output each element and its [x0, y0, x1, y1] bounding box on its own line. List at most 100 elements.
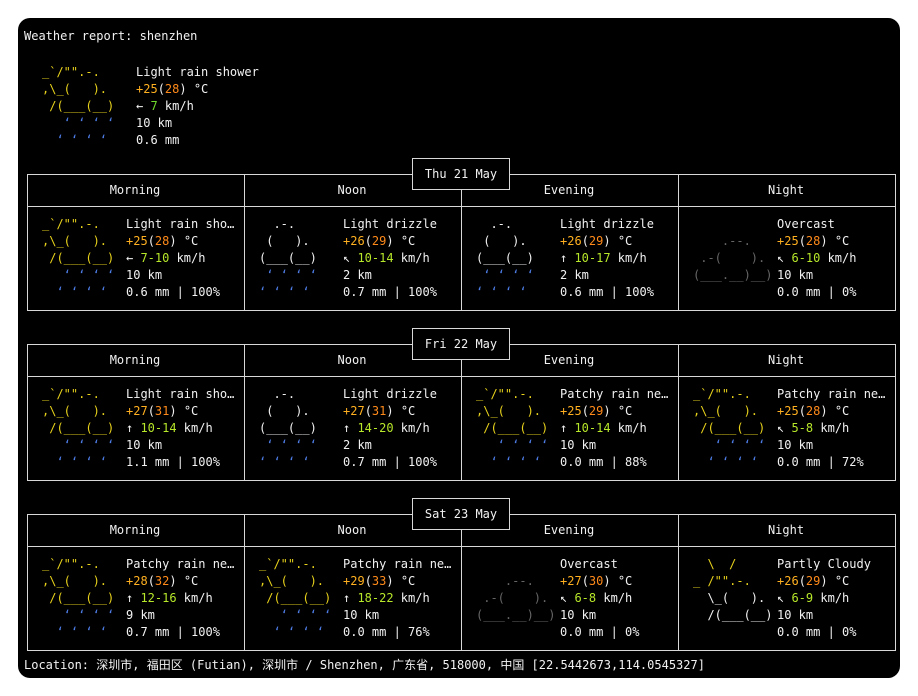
- wind-speed: 7: [150, 99, 158, 113]
- forecast-condition: Overcast: [777, 217, 835, 231]
- wind-unit: km/h: [610, 251, 647, 265]
- temp-unit: °C: [610, 404, 633, 418]
- forecast-condition: Patchy rain ne…: [343, 557, 452, 571]
- feels-like: 30: [588, 574, 604, 588]
- forecast-wind: ↖ 6-10 km/h: [777, 250, 887, 267]
- wind-unit: km/h: [813, 421, 850, 435]
- forecast-temperature: +26(29) °C: [777, 573, 887, 590]
- weather-icon-rain_shower-line: ,\_( ).: [476, 404, 542, 418]
- wind-speed: 18-22: [357, 591, 394, 605]
- wind-direction-icon: ↖: [777, 251, 792, 265]
- forecast-visibility: 10 km: [777, 608, 814, 622]
- forecast-precipitation: 1.1 mm | 100%: [126, 455, 220, 469]
- feels-like: 29: [588, 234, 604, 248]
- temp-unit: °C: [393, 574, 416, 588]
- weather-icon-rain_shower-line: ‘ ‘ ‘ ‘: [259, 625, 332, 639]
- wind-speed: 5-8: [791, 421, 814, 435]
- wind-unit: km/h: [157, 99, 194, 113]
- weather-icon-rain_shower-line: ‘ ‘ ‘ ‘: [42, 608, 115, 622]
- forecast-visibility: 9 km: [126, 608, 155, 622]
- weather-icon-drizzle-line: ( ).: [476, 234, 542, 248]
- forecast-temperature: +26(29) °C: [560, 233, 670, 250]
- forecast-visibility: 10 km: [777, 438, 814, 452]
- paren: (: [147, 234, 155, 248]
- forecast-precipitation: 0.0 mm | 76%: [343, 625, 430, 639]
- paren: ): [603, 404, 611, 418]
- temp-value: +26: [777, 574, 799, 588]
- forecast-visibility: 2 km: [343, 438, 372, 452]
- weather-icon-rain_shower-line: ‘ ‘ ‘ ‘: [42, 625, 115, 639]
- weather-icon-rain_shower-line: ‘ ‘ ‘ ‘: [693, 438, 766, 452]
- wind-unit: km/h: [393, 421, 430, 435]
- weather-icon-rain_shower-line: _`/"".-.: [42, 65, 115, 79]
- forecast-temperature: +25(28) °C: [777, 233, 887, 250]
- paren: (: [581, 234, 589, 248]
- wind-speed: 7-10: [140, 251, 170, 265]
- forecast-precipitation: 0.0 mm | 72%: [777, 455, 864, 469]
- temp-unit: °C: [186, 82, 209, 96]
- forecast-condition: Light rain sho…: [126, 217, 235, 231]
- forecast-visibility: 2 km: [343, 268, 372, 282]
- weather-icon-overcast-line: .-( ).: [476, 591, 549, 605]
- temp-unit: °C: [176, 404, 199, 418]
- forecast-wind: ↖ 6-8 km/h: [560, 590, 670, 607]
- paren: (: [798, 404, 806, 418]
- temp-unit: °C: [610, 234, 633, 248]
- forecast-wind: ↑ 12-16 km/h: [126, 590, 236, 607]
- wind-speed: 6-9: [791, 591, 814, 605]
- forecast-precipitation: 0.0 mm | 0%: [777, 285, 857, 299]
- temp-value: +28: [126, 574, 148, 588]
- wind-direction-icon: ↑: [343, 591, 358, 605]
- forecast-wind: ↑ 14-20 km/h: [343, 420, 453, 437]
- forecast-condition: Light drizzle: [343, 217, 437, 231]
- weather-icon-rain_shower-line: /(___(__): [42, 251, 115, 265]
- current-visibility: 10 km: [136, 116, 173, 130]
- weather-icon-rain_shower-line: ‘ ‘ ‘ ‘: [42, 438, 115, 452]
- paren: ): [169, 574, 177, 588]
- current-condition: Light rain shower: [136, 65, 259, 79]
- feels-like: 28: [805, 404, 821, 418]
- feels-like: 32: [154, 574, 170, 588]
- temp-unit: °C: [176, 234, 199, 248]
- period-evening: Evening: [543, 353, 595, 367]
- weather-icon-rain_shower-line: ‘ ‘ ‘ ‘: [42, 116, 115, 130]
- weather-icon-rain_shower-line: /(___(__): [259, 591, 332, 605]
- weather-icon-rain_shower-line: _`/"".-.: [476, 387, 549, 401]
- weather-icon-rain_shower-line: ‘ ‘ ‘ ‘: [42, 133, 115, 147]
- forecast-visibility: 10 km: [343, 608, 380, 622]
- weather-icon-drizzle-line: .-.: [259, 217, 325, 231]
- temp-value: +29: [343, 574, 365, 588]
- weather-icon-overcast-line: .-( ).: [693, 251, 766, 265]
- temp-value: +25: [126, 234, 148, 248]
- weather-icon-rain_shower-line: ,\_( ).: [259, 574, 325, 588]
- forecast-wind: ↑ 10-17 km/h: [560, 250, 670, 267]
- wind-unit: km/h: [393, 251, 430, 265]
- wind-direction-icon: ↖: [777, 591, 792, 605]
- period-noon: Noon: [337, 353, 367, 367]
- feels-like: 29: [588, 404, 604, 418]
- paren: ): [169, 234, 177, 248]
- weather-icon-rain_shower-line: ,\_( ).: [42, 574, 108, 588]
- forecast-wind: ↖ 6-9 km/h: [777, 590, 887, 607]
- forecast-temperature: +25(28) °C: [777, 403, 887, 420]
- forecast-condition: Patchy rain ne…: [560, 387, 669, 401]
- wind-speed: 12-16: [140, 591, 177, 605]
- forecast-condition: Light drizzle: [560, 217, 654, 231]
- wind-speed: 10-14: [357, 251, 394, 265]
- forecast-temperature: +27(30) °C: [560, 573, 670, 590]
- weather-icon-rain_shower-line: /(___(__): [42, 99, 115, 113]
- forecast-temperature: +27(31) °C: [126, 403, 236, 420]
- temp-unit: °C: [393, 234, 416, 248]
- wind-direction-icon: ↑: [560, 251, 575, 265]
- weather-icon-rain_shower-line: /(___(__): [42, 591, 115, 605]
- period-noon: Noon: [337, 523, 367, 537]
- forecast-precipitation: 0.7 mm | 100%: [343, 285, 437, 299]
- weather-icon-rain_shower-line: ,\_( ).: [693, 404, 759, 418]
- wind-speed: 10-17: [574, 251, 611, 265]
- temp-unit: °C: [610, 574, 633, 588]
- paren: ): [169, 404, 177, 418]
- paren: ): [386, 404, 394, 418]
- forecast-temperature: +29(33) °C: [343, 573, 453, 590]
- weather-icon-drizzle-line: .-.: [259, 387, 325, 401]
- wind-speed: 10-14: [574, 421, 611, 435]
